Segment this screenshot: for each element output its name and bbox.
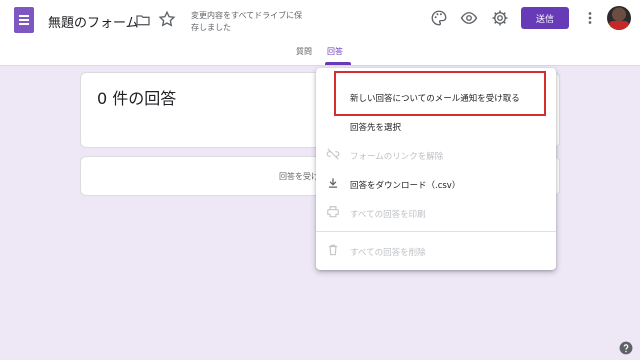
- highlight-annotation-box: [334, 71, 546, 116]
- response-count: 0 件の回答: [97, 89, 177, 108]
- tab-responses[interactable]: 回答: [327, 46, 343, 57]
- menu-item-label: すべての回答を印刷: [350, 210, 426, 220]
- menu-item-unlink-form: フォームのリンクを解除: [316, 142, 556, 168]
- unlink-icon: [326, 148, 340, 160]
- menu-divider: [316, 231, 556, 232]
- menu-item-label: フォームのリンクを解除: [350, 152, 444, 162]
- menu-item-label: すべての回答を削除: [350, 248, 426, 258]
- settings-gear-icon[interactable]: [491, 9, 509, 27]
- more-vert-icon[interactable]: [585, 9, 595, 27]
- active-tab-indicator: [325, 62, 351, 65]
- menu-item-label: 回答先を選択: [350, 123, 402, 133]
- forms-logo-icon[interactable]: [14, 7, 34, 33]
- menu-item-label: 回答をダウンロード（.csv）: [350, 181, 461, 191]
- trash-icon: [328, 244, 338, 256]
- folder-icon[interactable]: [135, 12, 151, 28]
- top-bar: 無題のフォーム 変更内容をすべてドライブに保存しました 送信 質問 回答: [0, 0, 640, 66]
- preview-eye-icon[interactable]: [460, 9, 478, 27]
- menu-item-select-destination[interactable]: 回答先を選択: [316, 113, 556, 139]
- accepting-responses-label: 回答を受け: [279, 172, 319, 181]
- menu-item-delete-all: すべての回答を削除: [316, 238, 556, 264]
- palette-icon[interactable]: [430, 9, 448, 27]
- form-title[interactable]: 無題のフォーム: [48, 12, 139, 31]
- help-icon[interactable]: [619, 341, 633, 355]
- send-button[interactable]: 送信: [521, 7, 569, 29]
- avatar[interactable]: [607, 6, 631, 30]
- menu-item-download-csv[interactable]: 回答をダウンロード（.csv）: [316, 171, 556, 197]
- download-icon: [328, 178, 338, 188]
- print-icon: [327, 206, 339, 218]
- menu-item-print-all: すべての回答を印刷: [316, 200, 556, 226]
- tab-questions[interactable]: 質問: [296, 46, 312, 57]
- star-icon[interactable]: [158, 10, 176, 28]
- save-status: 変更内容をすべてドライブに保存しました: [191, 11, 303, 32]
